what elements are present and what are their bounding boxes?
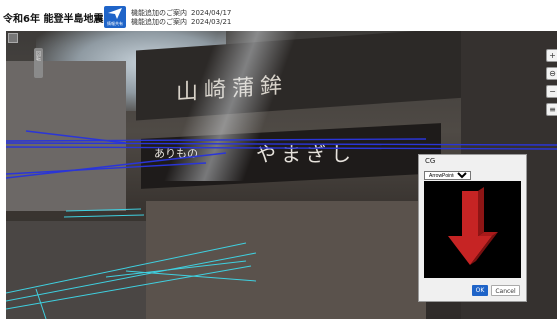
news-date: 2024/03/21 (191, 18, 232, 26)
share-button[interactable]: 情報共有 (104, 6, 126, 28)
side-tab[interactable]: 回転 (34, 48, 43, 78)
cancel-button[interactable]: Cancel (491, 285, 520, 296)
dialog-title: CG (425, 157, 436, 165)
cg-dialog: CG ArrowPointer OK Cancel (418, 154, 527, 302)
pointer-type-select[interactable]: ArrowPointer (424, 171, 471, 180)
cg-preview-canvas[interactable] (424, 181, 521, 278)
news-text: 機能追加のご案内 (131, 18, 187, 26)
fullscreen-toggle[interactable] (8, 33, 18, 43)
news-date: 2024/04/17 (191, 9, 232, 17)
news-link-2[interactable]: 機能追加のご案内 2024/03/21 (131, 17, 231, 27)
minus-icon[interactable]: − (546, 85, 557, 98)
share-button-label: 情報共有 (107, 21, 123, 26)
layers-icon[interactable]: ≡ (546, 103, 557, 116)
arrow-pointer-icon (448, 187, 498, 265)
zoom-out-icon[interactable]: ⊖ (546, 67, 557, 80)
header-bar: 令和6年 能登半島地震 情報共有 機能追加のご案内 2024/04/17 機能追加… (0, 0, 557, 30)
side-tab-label: 回転 (35, 51, 41, 61)
zoom-in-icon[interactable]: + (546, 49, 557, 62)
news-text: 機能追加のご案内 (131, 9, 187, 17)
page-title: 令和6年 能登半島地震 (3, 14, 104, 25)
ok-button[interactable]: OK (472, 285, 488, 296)
send-icon (108, 8, 122, 19)
